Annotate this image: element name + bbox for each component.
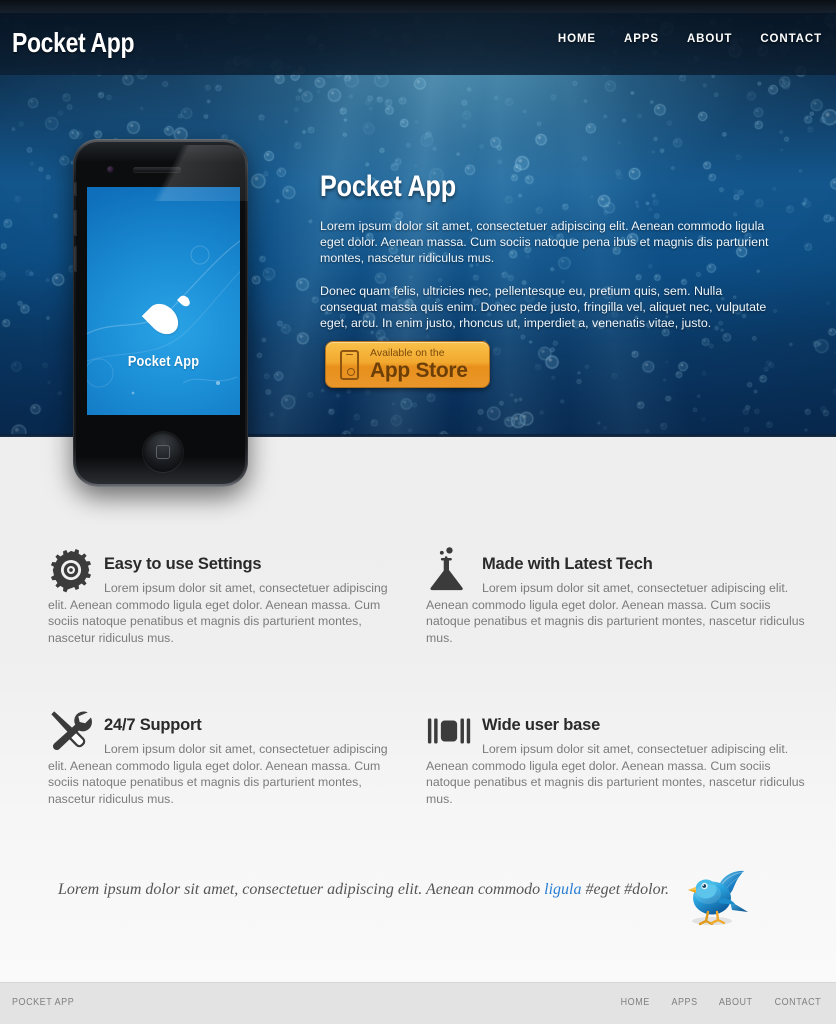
- app-store-button[interactable]: Available on the App Store: [325, 341, 490, 388]
- features-row-1: Easy to use Settings Lorem ipsum dolor s…: [0, 547, 836, 646]
- app-store-big-label: App Store: [370, 359, 468, 383]
- features-row-2: 24/7 Support Lorem ipsum dolor sit amet,…: [0, 708, 836, 807]
- hero-title: Pocket App: [320, 170, 457, 203]
- feature-card-userbase: Wide user base Lorem ipsum dolor sit ame…: [418, 708, 836, 807]
- feature-card-support: 24/7 Support Lorem ipsum dolor sit amet,…: [0, 708, 418, 807]
- wrench-screwdriver-icon: [51, 711, 92, 751]
- feature-description: Lorem ipsum dolor sit amet, consectetuer…: [426, 742, 805, 806]
- site-footer: POCKET APP HOME APPS ABOUT CONTACT: [0, 982, 836, 1024]
- twitter-bird-icon[interactable]: [686, 868, 750, 930]
- phone-home-button[interactable]: [143, 432, 183, 472]
- features-grid: Easy to use Settings Lorem ipsum dolor s…: [0, 547, 836, 807]
- iphone-icon: [340, 349, 359, 380]
- footer-nav-item-apps[interactable]: APPS: [671, 997, 697, 1008]
- feature-description: Lorem ipsum dolor sit amet, consectetuer…: [48, 742, 388, 806]
- nav-item-home[interactable]: HOME: [558, 33, 596, 45]
- feature-title: Easy to use Settings: [104, 555, 262, 573]
- feature-title: 24/7 Support: [104, 716, 202, 734]
- feature-title: Wide user base: [482, 716, 601, 734]
- feature-card-settings: Easy to use Settings Lorem ipsum dolor s…: [0, 547, 418, 646]
- feature-title: Made with Latest Tech: [482, 555, 653, 573]
- phone-screen-label: Pocket App: [127, 353, 200, 370]
- users-bars-icon: [427, 718, 471, 744]
- main-nav: HOME APPS ABOUT CONTACT: [558, 33, 822, 45]
- twitter-text-after: #eget #dolor.: [581, 881, 670, 898]
- footer-nav-item-home[interactable]: HOME: [621, 997, 650, 1008]
- nav-item-about[interactable]: ABOUT: [687, 33, 732, 45]
- phone-camera-icon: [107, 166, 114, 173]
- site-header: Pocket App HOME APPS ABOUT CONTACT: [0, 13, 836, 75]
- footer-copyright: POCKET APP: [12, 997, 75, 1008]
- twitter-text-before: Lorem ipsum dolor sit amet, consectetuer…: [58, 881, 545, 898]
- hero-paragraph-2: Donec quam felis, ultricies nec, pellent…: [320, 284, 767, 330]
- flask-icon: [430, 547, 463, 591]
- iphone-mockup: Pocket App: [73, 139, 248, 487]
- screen-swirl-decoration: [87, 240, 240, 395]
- footer-nav-item-contact[interactable]: CONTACT: [775, 997, 822, 1008]
- app-store-small-label: Available on the: [370, 346, 445, 359]
- hero-copy: Pocket App Lorem ipsum dolor sit amet, c…: [320, 170, 782, 348]
- feature-description: Lorem ipsum dolor sit amet, consectetuer…: [426, 581, 805, 645]
- footer-nav-item-about[interactable]: ABOUT: [719, 997, 753, 1008]
- twitter-quote: Lorem ipsum dolor sit amet, consectetuer…: [58, 880, 678, 900]
- phone-earpiece-icon: [133, 167, 181, 172]
- nav-item-contact[interactable]: CONTACT: [760, 33, 822, 45]
- footer-nav: HOME APPS ABOUT CONTACT: [619, 997, 824, 1008]
- top-dark-strip: [0, 0, 836, 13]
- phone-screen: Pocket App: [87, 187, 240, 415]
- gear-icon: [50, 549, 92, 593]
- feature-description: Lorem ipsum dolor sit amet, consectetuer…: [48, 581, 388, 645]
- twitter-link[interactable]: ligula: [544, 881, 581, 898]
- hero-paragraph-1: Lorem ipsum dolor sit amet, consectetuer…: [320, 219, 769, 265]
- nav-item-apps[interactable]: APPS: [624, 33, 659, 45]
- feature-card-tech: Made with Latest Tech Lorem ipsum dolor …: [418, 547, 836, 646]
- site-logo[interactable]: Pocket App: [12, 27, 135, 59]
